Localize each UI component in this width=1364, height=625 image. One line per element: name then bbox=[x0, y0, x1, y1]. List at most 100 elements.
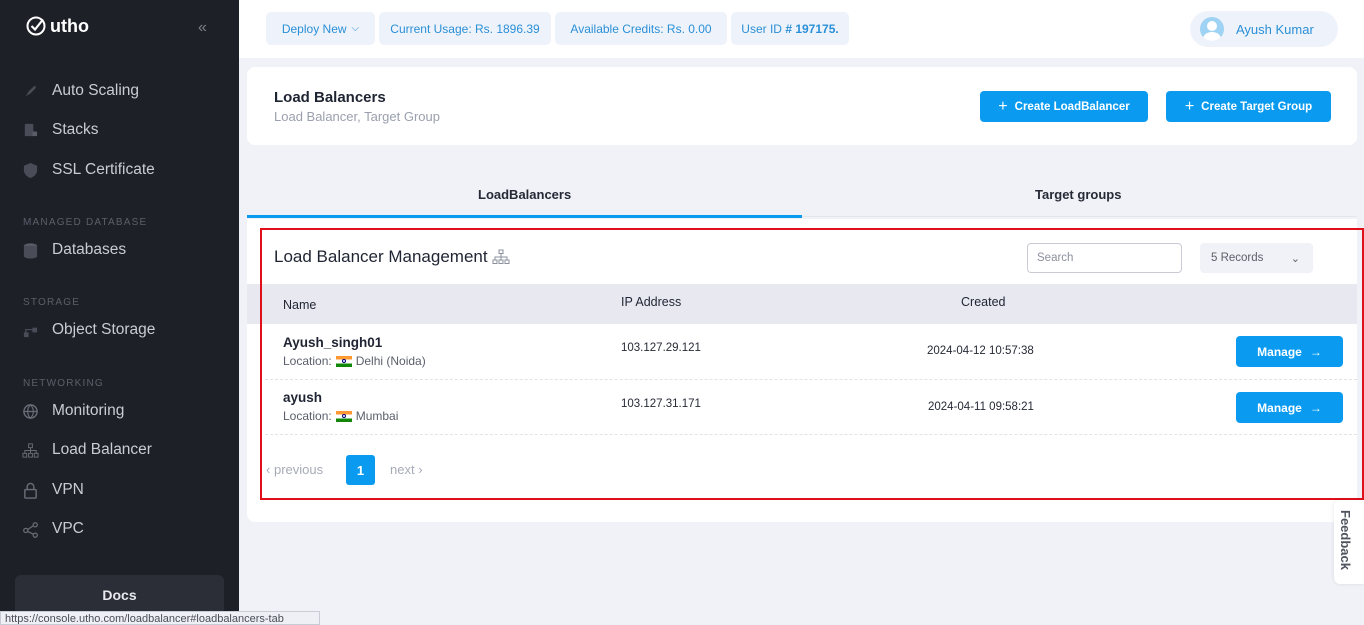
rocket-icon bbox=[25, 85, 37, 96]
sidebar-item-label: Stacks bbox=[52, 121, 99, 138]
pagination-next[interactable]: next › bbox=[390, 462, 423, 477]
sidebar-item-label: VPN bbox=[52, 481, 84, 498]
sidebar-item-vpn[interactable]: VPN bbox=[22, 481, 84, 499]
collapse-sidebar-icon[interactable]: « bbox=[198, 19, 207, 37]
lock-icon bbox=[24, 482, 37, 499]
feedback-tab[interactable]: Feedback bbox=[1334, 500, 1364, 584]
user-id-badge[interactable]: User ID # 197175. bbox=[731, 12, 849, 45]
location-value: Delhi (Noida) bbox=[355, 354, 426, 368]
sitemap-icon bbox=[492, 249, 510, 264]
docs-button[interactable]: Docs bbox=[15, 575, 224, 615]
column-header-created[interactable]: Created bbox=[961, 295, 1005, 309]
management-title: Load Balancer Management bbox=[274, 247, 488, 266]
user-menu[interactable]: Ayush Kumar bbox=[1190, 11, 1338, 47]
deploy-new-label: Deploy New bbox=[281, 21, 347, 36]
sitemap-icon bbox=[22, 442, 39, 458]
sidebar-item-label: Databases bbox=[52, 241, 127, 258]
database-icon bbox=[23, 242, 38, 259]
page-header-card: Load Balancers Load Balancer, Target Gro… bbox=[247, 67, 1357, 145]
user-id-value: # 197175. bbox=[785, 21, 839, 36]
location-label: Location: bbox=[283, 354, 332, 368]
create-loadbalancer-label: Create LoadBalancer bbox=[1014, 100, 1130, 113]
available-credits-badge[interactable]: Available Credits: Rs. 0.00 bbox=[555, 12, 727, 45]
create-loadbalancer-button[interactable]: + Create LoadBalancer bbox=[980, 91, 1148, 122]
share-icon bbox=[23, 521, 38, 538]
globe-icon bbox=[23, 403, 38, 419]
user-name: Ayush Kumar bbox=[1236, 21, 1314, 37]
create-target-group-label: Create Target Group bbox=[1201, 100, 1313, 113]
brand-name: utho bbox=[50, 15, 89, 36]
manage-label: Manage bbox=[1257, 400, 1302, 415]
create-target-group-button[interactable]: + Create Target Group bbox=[1166, 91, 1331, 122]
section-label-storage: STORAGE bbox=[23, 297, 81, 308]
sidebar-item-label: Auto Scaling bbox=[52, 82, 140, 99]
location-label: Location: bbox=[283, 409, 332, 423]
utho-logo[interactable]: utho bbox=[25, 15, 89, 37]
sidebar-item-load-balancer[interactable]: Load Balancer bbox=[22, 441, 152, 459]
manage-button[interactable]: Manage → bbox=[1236, 392, 1343, 423]
lb-name[interactable]: ayush bbox=[283, 390, 322, 405]
sidebar-item-label: VPC bbox=[52, 520, 84, 537]
check-circle-icon bbox=[26, 16, 46, 36]
tab-target-groups[interactable]: Target groups bbox=[1035, 187, 1121, 202]
sidebar-item-monitoring[interactable]: Monitoring bbox=[22, 402, 124, 420]
lb-name[interactable]: Ayush_singh01 bbox=[283, 335, 382, 350]
pagination-previous[interactable]: ‹ previous bbox=[266, 462, 323, 477]
lb-created: 2024-04-11 09:58:21 bbox=[928, 401, 1034, 413]
section-label-networking: NETWORKING bbox=[23, 378, 104, 389]
page-title: Load Balancers bbox=[274, 89, 386, 106]
deploy-new-dropdown[interactable]: Deploy New ⌵ bbox=[266, 12, 375, 45]
feedback-label: Feedback bbox=[1338, 510, 1353, 570]
chevron-right-icon: › bbox=[418, 462, 423, 477]
section-label-managed-database: MANAGED DATABASE bbox=[23, 217, 148, 228]
topbar: Deploy New ⌵ Current Usage: Rs. 1896.39 … bbox=[239, 0, 1364, 58]
records-per-page-select[interactable]: 5 Records ⌄ bbox=[1200, 243, 1313, 273]
india-flag-icon bbox=[335, 410, 352, 422]
manage-button[interactable]: Manage → bbox=[1236, 336, 1343, 367]
lb-created: 2024-04-12 10:57:38 bbox=[927, 345, 1034, 357]
active-tab-indicator bbox=[247, 215, 802, 218]
status-bar-url: https://console.utho.com/loadbalancer#lo… bbox=[0, 611, 320, 625]
pagination-page-1[interactable]: 1 bbox=[346, 455, 375, 485]
records-label: 5 Records bbox=[1211, 252, 1264, 264]
sidebar: utho « Auto Scaling Stacks SSL Certifica… bbox=[0, 0, 239, 625]
search-input[interactable]: Search bbox=[1027, 243, 1182, 273]
column-header-name[interactable]: Name bbox=[283, 298, 316, 312]
previous-label: previous bbox=[273, 462, 324, 477]
sidebar-item-databases[interactable]: Databases bbox=[22, 241, 126, 259]
plus-icon: + bbox=[1184, 97, 1195, 115]
lb-ip: 103.127.31.171 bbox=[621, 398, 701, 410]
current-usage-badge[interactable]: Current Usage: Rs. 1896.39 bbox=[379, 12, 551, 45]
page-subtitle: Load Balancer, Target Group bbox=[274, 109, 440, 124]
chevron-down-icon: ⌄ bbox=[1290, 252, 1300, 265]
plus-icon: + bbox=[998, 97, 1008, 115]
sidebar-item-label: SSL Certificate bbox=[52, 161, 155, 178]
tab-loadbalancers[interactable]: LoadBalancers bbox=[478, 187, 571, 202]
sidebar-item-vpc[interactable]: VPC bbox=[22, 520, 84, 538]
column-header-ip[interactable]: IP Address bbox=[621, 295, 681, 309]
sidebar-item-label: Object Storage bbox=[52, 321, 156, 338]
arrow-right-icon: → bbox=[1309, 344, 1322, 359]
table-header bbox=[247, 284, 1357, 324]
tab-divider bbox=[802, 216, 1357, 217]
user-id-label: User ID bbox=[741, 21, 782, 36]
sidebar-item-label: Monitoring bbox=[52, 402, 125, 419]
sidebar-item-object-storage[interactable]: Object Storage bbox=[22, 321, 155, 339]
sidebar-item-stacks[interactable]: Stacks bbox=[22, 121, 99, 139]
location-value: Mumbai bbox=[355, 409, 399, 423]
next-label: next bbox=[390, 462, 415, 477]
avatar bbox=[1200, 17, 1224, 41]
sidebar-item-auto-scaling[interactable]: Auto Scaling bbox=[22, 82, 139, 100]
manage-label: Manage bbox=[1257, 344, 1302, 359]
object-storage-icon bbox=[23, 327, 38, 337]
row-divider bbox=[265, 379, 1357, 380]
sidebar-item-ssl-certificate[interactable]: SSL Certificate bbox=[22, 161, 155, 179]
lb-location: Location: Mumbai bbox=[283, 409, 398, 423]
sidebar-item-label: Load Balancer bbox=[52, 441, 152, 458]
india-flag-icon bbox=[335, 355, 352, 367]
section-title: Load Balancer Management bbox=[274, 247, 510, 267]
chevron-down-icon: ⌵ bbox=[351, 23, 360, 34]
lb-location: Location: Delhi (Noida) bbox=[283, 354, 426, 368]
arrow-right-icon: → bbox=[1309, 400, 1322, 415]
shield-icon bbox=[23, 162, 38, 178]
